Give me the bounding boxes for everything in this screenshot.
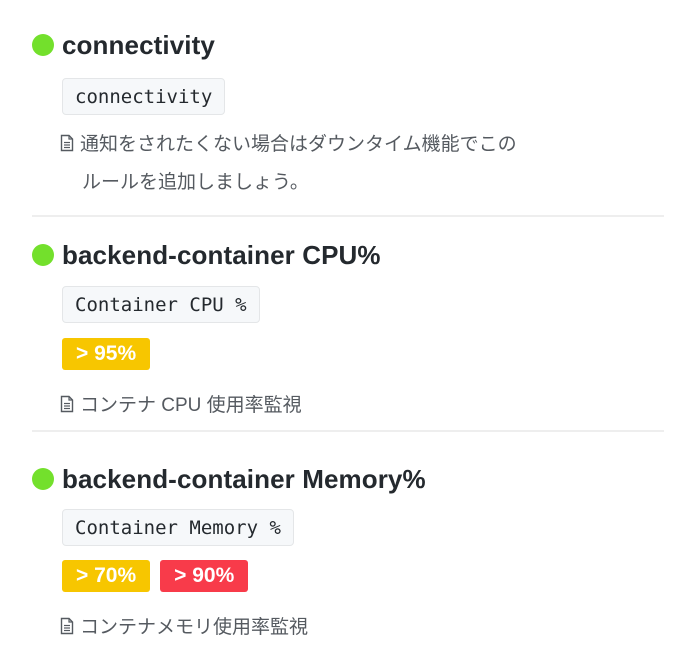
status-ok-icon — [32, 468, 54, 490]
rule-title[interactable]: backend-container Memory% — [62, 464, 426, 495]
description-text: コンテナメモリ使用率監視 — [80, 617, 309, 638]
critical-threshold-badge: > 90% — [160, 560, 249, 592]
rule-title-row[interactable]: backend-container Memory% — [32, 463, 426, 495]
document-icon — [60, 617, 74, 635]
rule-backend-container-memory: backend-container Memory% Container Memo… — [32, 0, 664, 660]
warning-threshold-badge: > 70% — [62, 560, 151, 592]
rule-description: コンテナメモリ使用率監視 — [60, 609, 620, 647]
threshold-badges: > 70% > 90% — [62, 560, 249, 592]
metric-name: Container Memory % — [62, 509, 294, 546]
